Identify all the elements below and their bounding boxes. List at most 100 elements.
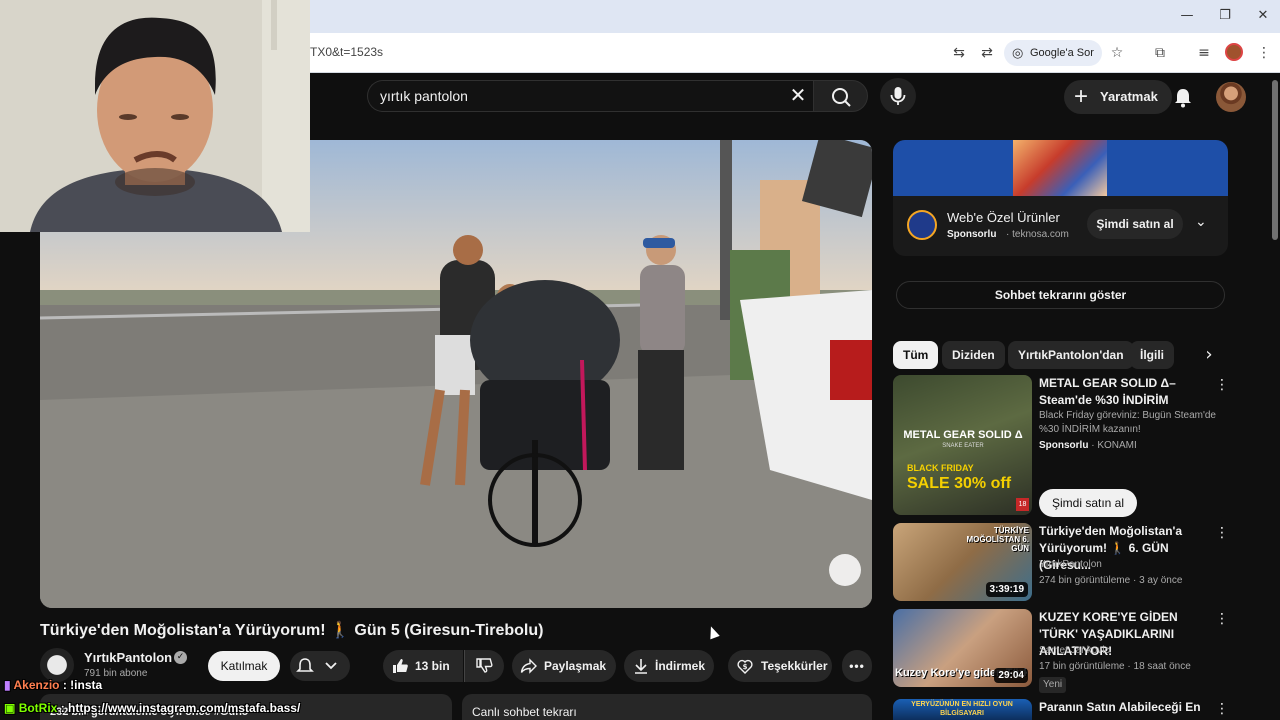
share-button[interactable]: Paylaşmak bbox=[512, 650, 616, 682]
clear-search-icon[interactable]: ✕ bbox=[787, 85, 809, 107]
thumb-game-title: METAL GEAR SOLID Δ bbox=[903, 429, 1023, 441]
advertiser-logo bbox=[907, 210, 937, 240]
advertiser-name: · KONAMI bbox=[1088, 440, 1137, 451]
video-thumbnail[interactable]: Kuzey Kore'ye giden Türk 29:04 bbox=[893, 609, 1032, 687]
age-rating-badge: 18 bbox=[1016, 498, 1029, 511]
scrollbar-thumb[interactable] bbox=[1272, 80, 1278, 240]
rec-channel[interactable]: YırtıkPantolon bbox=[1039, 557, 1102, 573]
thumbs-down-icon bbox=[476, 658, 493, 673]
sponsored-ad-card[interactable]: Web'e Özel Ürünler Sponsorlu · teknosa.c… bbox=[893, 140, 1228, 256]
cast-icon[interactable]: ⇄ bbox=[975, 41, 999, 65]
thanks-button[interactable]: $ Teşekkürler bbox=[728, 650, 832, 682]
thumbs-up-icon bbox=[393, 659, 408, 673]
sidebar-video-item[interactable]: YERYÜZÜNÜN EN HIZLI OYUN BİLGİSAYARI Par… bbox=[893, 699, 1229, 720]
bell-icon bbox=[296, 658, 337, 672]
media-control-icon[interactable]: ≡ bbox=[1192, 41, 1216, 65]
chip-series[interactable]: Diziden bbox=[942, 341, 1005, 369]
browser-menu-icon[interactable]: ⋮ bbox=[1252, 41, 1276, 65]
search-icon bbox=[832, 88, 851, 107]
chip-related[interactable]: İlgili bbox=[1130, 341, 1174, 369]
thumb-sale-line-1: BLACK FRIDAY bbox=[907, 463, 974, 473]
sidebar-video-item[interactable]: Kuzey Kore'ye giden Türk 29:04 KUZEY KOR… bbox=[893, 609, 1229, 693]
notifications-button[interactable] bbox=[1168, 82, 1198, 112]
thumb-caption: YERYÜZÜNÜN EN HIZLI OYUN BİLGİSAYARI bbox=[911, 701, 1013, 717]
stream-chat-message: ▣ BotRix : https://www.instagram.com/mst… bbox=[4, 701, 300, 715]
channel-name[interactable]: YırtıkPantolon bbox=[84, 650, 172, 665]
video-duration: 3:39:19 bbox=[985, 582, 1028, 597]
more-vert-icon[interactable]: ⋮ bbox=[1215, 525, 1229, 541]
like-count: 13 bin bbox=[415, 659, 450, 673]
sidebar-video-item[interactable]: TÜRKİYE MOĞOLİSTAN 6. GÜN 3:39:19 Türkiy… bbox=[893, 523, 1229, 601]
like-button[interactable]: 13 bin bbox=[383, 650, 463, 682]
chip-all[interactable]: Tüm bbox=[893, 341, 939, 369]
download-label: İndirmek bbox=[655, 659, 706, 673]
more-actions-button[interactable]: ••• bbox=[842, 650, 872, 682]
search-box[interactable]: ✕ bbox=[367, 80, 813, 112]
video-thumbnail[interactable]: YERYÜZÜNÜN EN HIZLI OYUN BİLGİSAYARI bbox=[893, 699, 1032, 720]
more-vert-icon[interactable]: ⋮ bbox=[1215, 377, 1229, 393]
video-title: Türkiye'den Moğolistan'a Yürüyorum! 🚶 Gü… bbox=[40, 622, 544, 639]
rec-title[interactable]: Paranın Satın Alabileceği En bbox=[1039, 699, 1207, 716]
rec-channel[interactable]: Samet Jankovic bbox=[1039, 643, 1110, 659]
heart-dollar-icon: $ bbox=[737, 659, 753, 674]
chat-username: Akenzio bbox=[13, 678, 60, 692]
bot-badge-icon: ▣ bbox=[4, 701, 16, 715]
account-avatar[interactable] bbox=[1216, 82, 1246, 112]
browser-profile-avatar[interactable] bbox=[1225, 43, 1243, 61]
ad-banner-photo bbox=[1013, 140, 1107, 196]
minimize-icon[interactable]: — bbox=[1176, 5, 1198, 27]
dislike-button[interactable] bbox=[464, 650, 504, 682]
ad-sponsored-label: Sponsorlu bbox=[947, 229, 997, 240]
mic-badge-icon: ▮ bbox=[4, 678, 11, 692]
search-input[interactable] bbox=[380, 81, 780, 111]
more-vert-icon[interactable]: ⋮ bbox=[1215, 701, 1229, 717]
bookmark-star-icon[interactable]: ☆ bbox=[1105, 41, 1129, 65]
new-badge: Yeni bbox=[1039, 677, 1067, 693]
channel-avatar[interactable] bbox=[40, 648, 74, 682]
join-button[interactable]: Katılmak bbox=[208, 651, 280, 681]
ad-description: Black Friday göreviniz: Bugün Steam'de %… bbox=[1039, 410, 1216, 435]
google-ask-label: Google'a Sor bbox=[1030, 47, 1094, 59]
lens-icon: ◎ bbox=[1012, 45, 1024, 60]
translate-icon[interactable]: ⇆ bbox=[947, 41, 971, 65]
download-button[interactable]: İndirmek bbox=[624, 650, 714, 682]
share-icon bbox=[520, 658, 537, 674]
chip-channel[interactable]: YırtıkPantolon'dan bbox=[1008, 341, 1134, 369]
thanks-label: Teşekkürler bbox=[761, 659, 828, 673]
ad-buy-button[interactable]: Şimdi satın al bbox=[1087, 209, 1183, 239]
restore-icon[interactable]: ❐ bbox=[1214, 5, 1236, 27]
stream-chat-message: ▮ Akenzio : !insta bbox=[4, 678, 102, 692]
channel-watermark-icon[interactable] bbox=[829, 554, 861, 586]
extensions-icon[interactable]: ⧉ bbox=[1148, 41, 1172, 65]
more-vert-icon[interactable]: ⋮ bbox=[1215, 611, 1229, 627]
create-label: Yaratmak bbox=[1100, 89, 1158, 104]
google-ask-button[interactable]: ◎ Google'a Sor bbox=[1004, 40, 1102, 66]
sidebar-ad-item[interactable]: METAL GEAR SOLID Δ SNAKE EATER BLACK FRI… bbox=[893, 375, 1229, 517]
subscription-notification-button[interactable] bbox=[290, 651, 350, 681]
chat-username: BotRix bbox=[18, 701, 58, 715]
microphone-icon bbox=[890, 87, 906, 105]
create-button[interactable]: + Yaratmak bbox=[1064, 80, 1172, 114]
chevron-down-icon[interactable]: ⌄ bbox=[1195, 214, 1215, 234]
address-bar-url[interactable]: TX0&t=1523s bbox=[310, 45, 383, 59]
ad-domain: · teknosa.com bbox=[1006, 229, 1069, 240]
chevron-right-icon[interactable]: › bbox=[1196, 341, 1222, 369]
close-icon[interactable]: ✕ bbox=[1252, 5, 1274, 27]
bell-icon bbox=[1175, 89, 1191, 108]
svg-text:$: $ bbox=[743, 663, 748, 671]
thumb-sale-line-2: SALE 30% off bbox=[907, 475, 1012, 492]
show-chat-replay-button[interactable]: Sohbet tekrarını göster bbox=[896, 281, 1225, 309]
rec-views: 274 bin görüntüleme · 3 ay önce bbox=[1039, 575, 1183, 586]
streamer-webcam-overlay bbox=[0, 0, 310, 232]
ad-thumbnail[interactable]: METAL GEAR SOLID Δ SNAKE EATER BLACK FRI… bbox=[893, 375, 1032, 515]
voice-search-button[interactable] bbox=[880, 78, 916, 114]
video-thumbnail[interactable]: TÜRKİYE MOĞOLİSTAN 6. GÜN 3:39:19 bbox=[893, 523, 1032, 601]
search-button[interactable] bbox=[813, 80, 868, 112]
ad-title: Web'e Özel Ürünler bbox=[947, 210, 1060, 225]
ad-shop-button[interactable]: Şimdi satın al bbox=[1039, 489, 1137, 517]
share-label: Paylaşmak bbox=[544, 659, 607, 673]
plus-icon: + bbox=[1074, 83, 1089, 110]
rec-title[interactable]: METAL GEAR SOLID Δ– Steam'de %30 İNDİRİM bbox=[1039, 375, 1207, 409]
chat-replay-panel[interactable]: Canlı sohbet tekrarı bbox=[462, 694, 872, 720]
verified-badge-icon: ✓ bbox=[174, 651, 187, 664]
